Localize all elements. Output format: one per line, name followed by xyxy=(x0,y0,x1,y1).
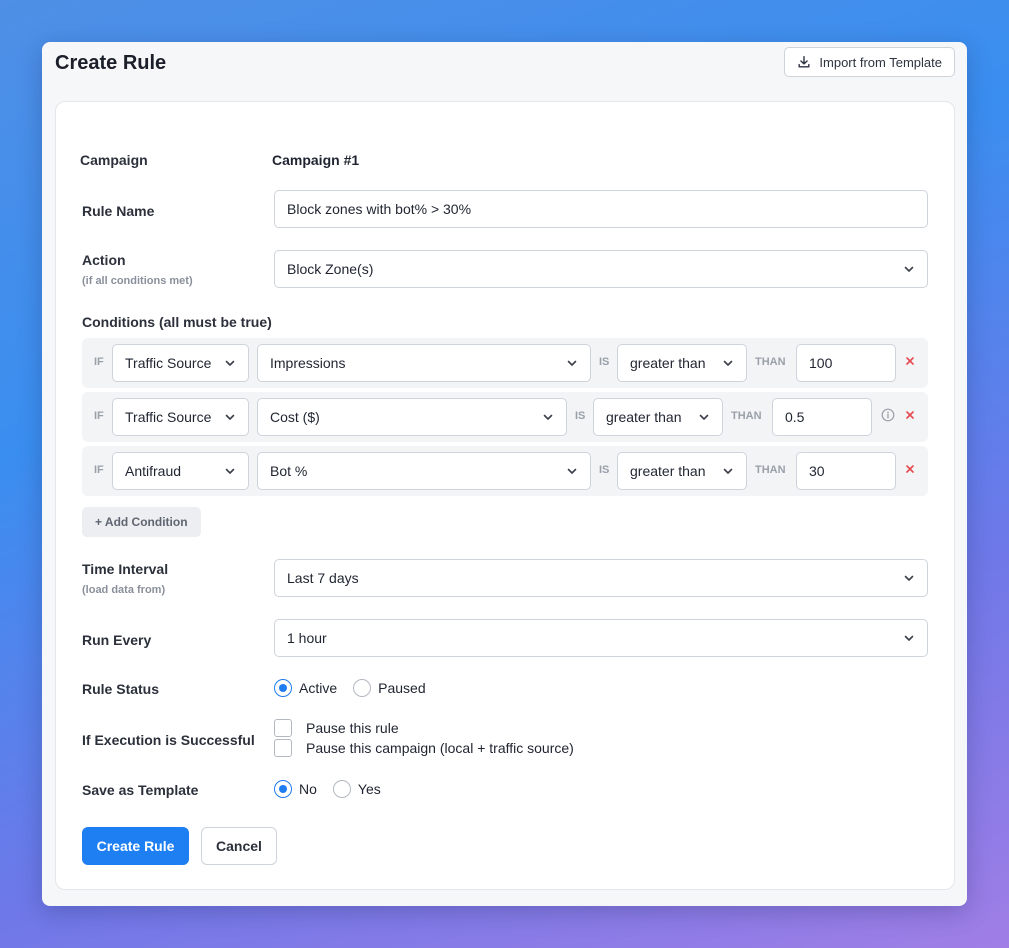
chevron-down-icon xyxy=(904,635,914,641)
template-no-radio[interactable] xyxy=(274,780,292,798)
pause-campaign-option: Pause this campaign (local + traffic sou… xyxy=(274,739,574,757)
condition-operator-value: greater than xyxy=(606,409,682,425)
chevron-down-icon xyxy=(567,360,577,366)
condition-operator-select[interactable]: greater than xyxy=(617,452,747,490)
is-keyword: IS xyxy=(575,410,586,422)
condition-source-value: Antifraud xyxy=(125,463,182,479)
import-from-template-button[interactable]: Import from Template xyxy=(784,47,955,77)
condition-operator-value: greater than xyxy=(630,463,706,479)
add-condition-button[interactable]: + Add Condition xyxy=(82,507,201,537)
modal-title: Create Rule xyxy=(55,52,167,74)
run-every-value: 1 hour xyxy=(287,630,327,646)
run-every-select[interactable]: 1 hour xyxy=(274,619,928,657)
chevron-down-icon xyxy=(543,414,553,420)
condition-source-select[interactable]: Traffic Source xyxy=(112,344,249,382)
condition-value: 30 xyxy=(809,463,825,479)
if-keyword: IF xyxy=(94,410,104,422)
condition-row: IF Antifraud Bot % IS greater than THAN … xyxy=(82,446,928,496)
is-keyword: IS xyxy=(599,356,610,368)
condition-value-input[interactable]: 0.5 xyxy=(772,398,872,436)
than-keyword: THAN xyxy=(731,410,762,422)
chevron-down-icon xyxy=(904,266,914,272)
condition-source-select[interactable]: Traffic Source xyxy=(112,398,249,436)
pause-campaign-label: Pause this campaign (local + traffic sou… xyxy=(306,740,574,756)
condition-metric-select[interactable]: Cost ($) xyxy=(257,398,567,436)
condition-source-value: Traffic Source xyxy=(125,409,212,425)
rule-name-label: Rule Name xyxy=(82,203,155,219)
cancel-button[interactable]: Cancel xyxy=(201,827,277,865)
condition-value-input[interactable]: 30 xyxy=(796,452,896,490)
campaign-value: Campaign #1 xyxy=(272,152,360,168)
info-icon[interactable] xyxy=(881,408,895,422)
condition-operator-select[interactable]: greater than xyxy=(593,398,723,436)
rule-status-label: Rule Status xyxy=(82,681,160,697)
condition-value-input[interactable]: 100 xyxy=(796,344,896,382)
time-interval-sublabel: (load data from) xyxy=(82,584,166,596)
time-interval-select[interactable]: Last 7 days xyxy=(274,559,928,597)
action-label: Action xyxy=(82,252,126,268)
pause-campaign-checkbox[interactable] xyxy=(274,739,292,757)
condition-row: IF Traffic Source Impressions IS greater… xyxy=(82,338,928,388)
create-rule-button[interactable]: Create Rule xyxy=(82,827,189,865)
condition-metric-value: Bot % xyxy=(270,463,308,479)
template-yes-radio[interactable] xyxy=(332,780,351,798)
remove-condition-icon[interactable] xyxy=(903,354,917,368)
pause-rule-checkbox[interactable] xyxy=(274,719,292,737)
template-yes-label: Yes xyxy=(357,781,381,797)
condition-value: 0.5 xyxy=(785,409,805,425)
than-keyword: THAN xyxy=(755,464,786,476)
conditions-label: Conditions (all must be true) xyxy=(82,314,272,330)
condition-source-value: Traffic Source xyxy=(125,355,212,371)
pause-rule-option: Pause this rule xyxy=(274,719,399,737)
remove-condition-icon[interactable] xyxy=(903,408,917,422)
rule-name-input[interactable]: Block zones with bot% > 30% xyxy=(274,190,928,228)
action-select[interactable]: Block Zone(s) xyxy=(274,250,928,288)
chevron-down-icon xyxy=(723,360,733,366)
is-keyword: IS xyxy=(599,464,610,476)
action-select-value: Block Zone(s) xyxy=(287,261,374,277)
condition-metric-value: Impressions xyxy=(270,355,346,371)
save-template-label: Save as Template xyxy=(82,782,199,798)
if-keyword: IF xyxy=(94,464,104,476)
condition-operator-value: greater than xyxy=(630,355,706,371)
condition-metric-value: Cost ($) xyxy=(270,409,320,425)
chevron-down-icon xyxy=(904,575,914,581)
chevron-down-icon xyxy=(225,468,235,474)
if-keyword: IF xyxy=(94,356,104,368)
on-success-label: If Execution is Successful xyxy=(82,732,255,748)
download-icon xyxy=(798,56,810,68)
campaign-label: Campaign xyxy=(80,152,148,168)
status-paused-label: Paused xyxy=(378,680,426,696)
chevron-down-icon xyxy=(225,414,235,420)
chevron-down-icon xyxy=(225,360,235,366)
import-button-label: Import from Template xyxy=(819,54,942,70)
than-keyword: THAN xyxy=(755,356,786,368)
condition-source-select[interactable]: Antifraud xyxy=(112,452,249,490)
time-interval-label: Time Interval xyxy=(82,561,169,577)
condition-metric-select[interactable]: Impressions xyxy=(257,344,591,382)
rule-status-radio-group: Active Paused xyxy=(274,679,442,697)
chevron-down-icon xyxy=(699,414,709,420)
condition-metric-select[interactable]: Bot % xyxy=(257,452,591,490)
condition-row: IF Traffic Source Cost ($) IS greater th… xyxy=(82,392,928,442)
status-paused-radio[interactable] xyxy=(353,679,372,697)
save-template-radio-group: No Yes xyxy=(274,780,397,798)
status-active-label: Active xyxy=(299,680,338,696)
action-sublabel: (if all conditions met) xyxy=(82,275,193,287)
time-interval-value: Last 7 days xyxy=(287,570,359,586)
run-every-label: Run Every xyxy=(82,632,152,648)
chevron-down-icon xyxy=(723,468,733,474)
rule-name-value: Block zones with bot% > 30% xyxy=(287,201,472,217)
remove-condition-icon[interactable] xyxy=(903,462,917,476)
create-rule-modal: Create Rule Import from Template Campaig… xyxy=(42,42,967,906)
template-no-label: No xyxy=(299,781,317,797)
condition-operator-select[interactable]: greater than xyxy=(617,344,747,382)
status-active-radio[interactable] xyxy=(274,679,292,697)
condition-value: 100 xyxy=(809,355,833,371)
chevron-down-icon xyxy=(567,468,577,474)
pause-rule-label: Pause this rule xyxy=(306,720,399,736)
rule-form-card: Campaign Campaign #1 Rule Name Block zon… xyxy=(55,101,955,890)
